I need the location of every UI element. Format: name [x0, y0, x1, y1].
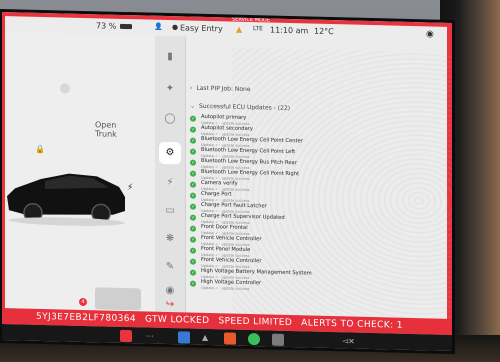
battery-menu-icon[interactable]: ▭ [163, 204, 177, 218]
vin-label: 5YJ3E7EB2LF780364 [36, 311, 136, 325]
network-indicator: LTE [253, 25, 263, 33]
alert-count-badge[interactable]: 4 [79, 297, 87, 307]
phone-icon[interactable] [178, 331, 190, 344]
check-icon: ✓ [190, 192, 196, 199]
service-menu: ▮ ✦ ◯ ⚙ ⚡ ▭ ❋ ✎ ◉ ↪ [155, 35, 186, 313]
touchscreen: SERVICE MODE 73 % 👤 ● Easy Entry ▲ LTE 1… [2, 12, 452, 351]
camera-icon[interactable]: ◉ [426, 29, 434, 39]
lock-icon[interactable]: 🔒 [35, 145, 45, 154]
spotify-icon[interactable] [248, 333, 260, 346]
gtw-status: GTW LOCKED [144, 314, 210, 327]
check-icon: ✓ [190, 148, 196, 155]
lightning-icon[interactable]: ⚡ [163, 176, 177, 190]
ecu-name: Camera verify [201, 179, 238, 187]
camera-app-icon[interactable] [272, 333, 284, 346]
charging-bolt-icon[interactable]: ⚡ [127, 183, 133, 193]
outside-temperature: 12°C [314, 26, 334, 37]
profile-icon: 👤 [154, 22, 163, 31]
check-icon: ✓ [190, 159, 196, 166]
person-icon[interactable]: ● [172, 23, 178, 31]
car-icon[interactable]: ▮ [163, 50, 177, 64]
calendar-icon[interactable] [224, 332, 236, 345]
alerts-status[interactable]: ALERTS TO CHECK: 1 [301, 318, 403, 330]
ecu-name: Autopilot primary [201, 113, 247, 121]
ecu-list: ✓ Autopilot primary Update ✓ · update succ… [190, 113, 440, 297]
speed-status: SPEED LIMITED [218, 316, 293, 329]
ecu-name: Front Door Frontal [201, 223, 248, 232]
check-icon: ✓ [190, 126, 196, 133]
ecu-name: Autopilot secondary [201, 124, 253, 133]
ecu-name: Front Panel Module [201, 245, 251, 254]
tools-icon[interactable]: ✦ [163, 82, 177, 96]
check-icon: ✓ [190, 236, 196, 243]
service-gear-icon[interactable]: ⚙ [159, 141, 181, 165]
battery-percent: 73 % [96, 21, 117, 31]
more-dots-icon[interactable]: ⋯ [146, 331, 158, 343]
tire-icon[interactable]: ◉ [163, 284, 177, 298]
chevron-right-icon: › [190, 84, 193, 92]
steering-wheel-icon[interactable]: ◯ [163, 112, 177, 126]
ecu-update-panel: › Last PIP Job: None ⌄ Successful ECU Upda… [188, 37, 446, 319]
volume-icon[interactable]: ◅× [342, 335, 355, 347]
battery-icon [120, 23, 132, 30]
fan-icon[interactable]: ❋ [163, 232, 177, 246]
toybox-icon[interactable]: ▲ [202, 332, 214, 344]
car-model [7, 173, 125, 226]
service-mode-frame-right [447, 22, 452, 323]
check-icon: ✓ [190, 137, 196, 144]
open-trunk-label-bottom: Trunk [95, 129, 117, 139]
open-trunk-button[interactable]: Open Trunk [95, 120, 117, 139]
check-icon: ✓ [190, 170, 196, 177]
pencil-icon[interactable]: ✎ [163, 260, 177, 274]
check-icon: ✓ [190, 247, 196, 254]
check-icon: ✓ [190, 203, 196, 210]
last-job-header[interactable]: › Last PIP Job: None [190, 85, 251, 93]
car-top-view-thumbnail[interactable] [95, 287, 141, 311]
status-bubble [60, 83, 70, 94]
warning-icon[interactable]: ▲ [236, 25, 242, 34]
check-icon: ✓ [190, 115, 196, 122]
ecu-status: Update ✓ · update success [201, 285, 250, 291]
clock: 11:10 am [270, 25, 309, 36]
last-job-label: Last PIP Job: None [196, 84, 251, 94]
successful-updates-label: Successful ECU Updates - (22) [199, 102, 291, 113]
exit-icon[interactable]: ↪ [163, 298, 177, 312]
check-icon: ✓ [190, 225, 196, 232]
check-icon: ✓ [190, 280, 196, 287]
check-icon: ✓ [190, 181, 196, 188]
car-panel: 🔒 Open Trunk ⚡ 4 [5, 32, 155, 312]
service-app-icon[interactable] [120, 329, 132, 343]
driver-profile[interactable]: Easy Entry [180, 23, 223, 33]
check-icon: ✓ [190, 258, 196, 265]
ecu-name: Charge Port [201, 190, 232, 198]
check-icon: ✓ [190, 269, 196, 276]
chevron-down-icon: ⌄ [190, 102, 196, 110]
check-icon: ✓ [190, 214, 196, 221]
successful-updates-header[interactable]: ⌄ Successful ECU Updates - (22) [190, 103, 290, 112]
